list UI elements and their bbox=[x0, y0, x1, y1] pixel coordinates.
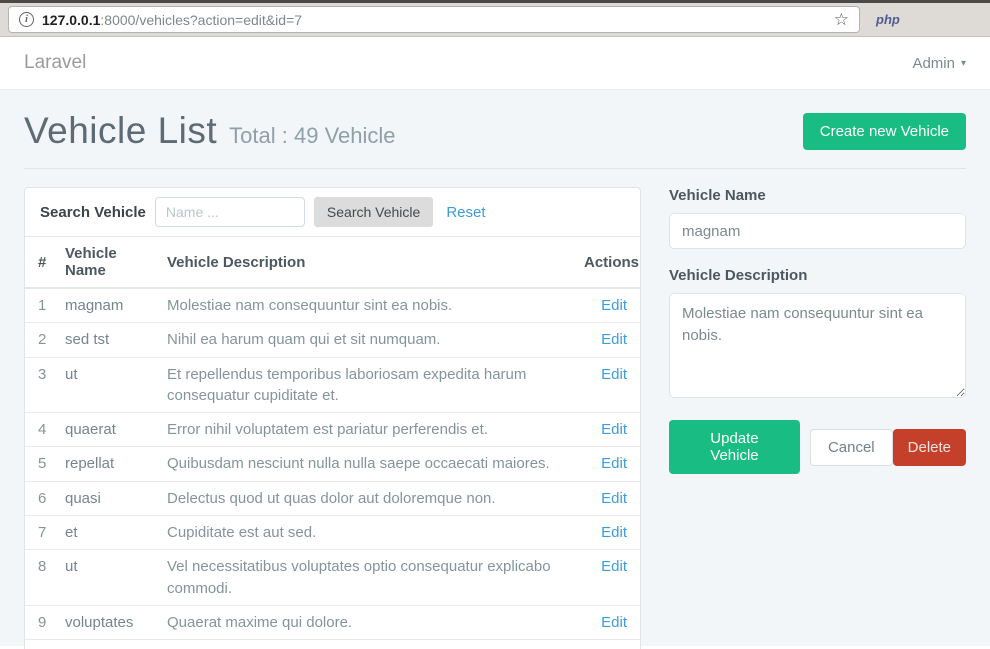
edit-link[interactable]: Edit bbox=[601, 331, 627, 348]
vehicle-name-cell: eum bbox=[57, 640, 159, 649]
create-vehicle-button[interactable]: Create new Vehicle bbox=[803, 113, 966, 150]
vehicle-name-cell: ut bbox=[57, 357, 159, 413]
reset-link[interactable]: Reset bbox=[446, 204, 485, 221]
edit-link[interactable]: Edit bbox=[601, 421, 627, 438]
vehicle-name-cell: sed tst bbox=[57, 323, 159, 357]
edit-link[interactable]: Edit bbox=[601, 524, 627, 541]
table-row: 9 voluptates Quaerat maxime qui dolore. … bbox=[25, 605, 640, 639]
edit-link[interactable]: Edit bbox=[601, 297, 627, 314]
column-header-index: # bbox=[25, 237, 57, 288]
row-index: 7 bbox=[25, 516, 57, 550]
form-buttons: Update Vehicle Cancel Delete bbox=[669, 420, 966, 474]
table-row: 5 repellat Quibusdam nesciunt nulla null… bbox=[25, 447, 640, 481]
table-row: 8 ut Vel necessitatibus voluptates optio… bbox=[25, 550, 640, 606]
vehicle-name-cell: quaerat bbox=[57, 413, 159, 447]
total-count-label: Total : 49 Vehicle bbox=[229, 123, 395, 149]
page-info-icon[interactable]: i bbox=[19, 12, 34, 27]
url-text: 127.0.0.1:8000/vehicles?action=edit&id=7 bbox=[42, 12, 302, 28]
url-bar[interactable]: i 127.0.0.1:8000/vehicles?action=edit&id… bbox=[8, 6, 860, 33]
chevron-down-icon: ▾ bbox=[961, 58, 966, 69]
table-header-row: # Vehicle Name Vehicle Description Actio… bbox=[25, 237, 640, 288]
column-header-name: Vehicle Name bbox=[57, 237, 159, 288]
page-title: Vehicle List bbox=[24, 110, 217, 152]
vehicle-description-cell: Cupiditate est aut sed. bbox=[159, 516, 576, 550]
vehicle-name-label: Vehicle Name bbox=[669, 187, 966, 204]
vehicle-name-cell: repellat bbox=[57, 447, 159, 481]
vehicle-name-cell: ut bbox=[57, 550, 159, 606]
table-row: 6 quasi Delectus quod ut quas dolor aut … bbox=[25, 481, 640, 515]
cancel-button[interactable]: Cancel bbox=[810, 429, 893, 466]
table-row: 2 sed tst Nihil ea harum quam qui et sit… bbox=[25, 323, 640, 357]
url-path: :8000/vehicles?action=edit&id=7 bbox=[100, 12, 302, 28]
vehicle-name-cell: et bbox=[57, 516, 159, 550]
row-index: 1 bbox=[25, 288, 57, 323]
app-navbar: Laravel Admin ▾ bbox=[0, 37, 990, 90]
search-button[interactable]: Search Vehicle bbox=[314, 197, 433, 227]
vehicle-description-cell: Error dolore sint autem harum reprehende… bbox=[159, 640, 576, 649]
edit-link[interactable]: Edit bbox=[601, 366, 627, 383]
vehicle-description-cell: Et repellendus temporibus laboriosam exp… bbox=[159, 357, 576, 413]
search-input[interactable] bbox=[155, 197, 305, 227]
page-header: Vehicle List Total : 49 Vehicle Create n… bbox=[24, 90, 966, 152]
edit-vehicle-form: Vehicle Name Vehicle Description Molesti… bbox=[669, 187, 966, 474]
admin-dropdown[interactable]: Admin ▾ bbox=[912, 55, 966, 72]
row-index: 4 bbox=[25, 413, 57, 447]
edit-link[interactable]: Edit bbox=[601, 490, 627, 507]
url-host: 127.0.0.1 bbox=[42, 12, 100, 28]
vehicle-list-card: Search Vehicle Search Vehicle Reset # Ve… bbox=[24, 187, 641, 649]
title-wrap: Vehicle List Total : 49 Vehicle bbox=[24, 110, 396, 152]
bookmark-star-icon[interactable]: ☆ bbox=[834, 11, 849, 28]
row-index: 3 bbox=[25, 357, 57, 413]
vehicle-description-cell: Delectus quod ut quas dolor aut doloremq… bbox=[159, 481, 576, 515]
update-vehicle-button[interactable]: Update Vehicle bbox=[669, 420, 800, 474]
search-form: Search Vehicle Search Vehicle Reset bbox=[25, 188, 640, 237]
vehicle-name-cell: magnam bbox=[57, 288, 159, 323]
edit-link[interactable]: Edit bbox=[601, 558, 627, 575]
edit-link[interactable]: Edit bbox=[601, 614, 627, 631]
page-content: Vehicle List Total : 49 Vehicle Create n… bbox=[0, 90, 990, 646]
delete-button[interactable]: Delete bbox=[893, 429, 966, 466]
row-index: 5 bbox=[25, 447, 57, 481]
vehicle-description-textarea[interactable]: Molestiae nam consequuntur sint ea nobis… bbox=[669, 293, 966, 398]
brand-link[interactable]: Laravel bbox=[24, 52, 86, 74]
vehicle-table: # Vehicle Name Vehicle Description Actio… bbox=[25, 237, 640, 649]
search-label: Search Vehicle bbox=[40, 204, 146, 221]
browser-toolbar: i 127.0.0.1:8000/vehicles?action=edit&id… bbox=[0, 0, 990, 37]
vehicle-name-cell: quasi bbox=[57, 481, 159, 515]
admin-dropdown-label: Admin bbox=[912, 55, 955, 72]
vehicle-description-cell: Quibusdam nesciunt nulla nulla saepe occ… bbox=[159, 447, 576, 481]
vehicle-description-cell: Nihil ea harum quam qui et sit numquam. bbox=[159, 323, 576, 357]
vehicle-table-body: 1 magnam Molestiae nam consequuntur sint… bbox=[25, 288, 640, 649]
column-header-description: Vehicle Description bbox=[159, 237, 576, 288]
vehicle-name-cell: voluptates bbox=[57, 605, 159, 639]
vehicle-description-label: Vehicle Description bbox=[669, 267, 966, 284]
vehicle-description-cell: Molestiae nam consequuntur sint ea nobis… bbox=[159, 288, 576, 323]
vehicle-description-cell: Quaerat maxime qui dolore. bbox=[159, 605, 576, 639]
edit-link[interactable]: Edit bbox=[601, 455, 627, 472]
table-row: 7 et Cupiditate est aut sed. Edit bbox=[25, 516, 640, 550]
header-divider bbox=[24, 168, 966, 169]
row-index: 10 bbox=[25, 640, 57, 649]
table-row: 4 quaerat Error nihil voluptatem est par… bbox=[25, 413, 640, 447]
vehicle-description-cell: Error nihil voluptatem est pariatur perf… bbox=[159, 413, 576, 447]
column-header-actions: Actions bbox=[576, 237, 640, 288]
row-index: 9 bbox=[25, 605, 57, 639]
row-index: 8 bbox=[25, 550, 57, 606]
table-row: 3 ut Et repellendus temporibus laboriosa… bbox=[25, 357, 640, 413]
table-row: 10 eum Error dolore sint autem harum rep… bbox=[25, 640, 640, 649]
vehicle-description-cell: Vel necessitatibus voluptates optio cons… bbox=[159, 550, 576, 606]
row-index: 2 bbox=[25, 323, 57, 357]
vehicle-name-input[interactable] bbox=[669, 213, 966, 249]
row-index: 6 bbox=[25, 481, 57, 515]
bookmark-item-php[interactable]: php bbox=[876, 12, 900, 27]
table-row: 1 magnam Molestiae nam consequuntur sint… bbox=[25, 288, 640, 323]
